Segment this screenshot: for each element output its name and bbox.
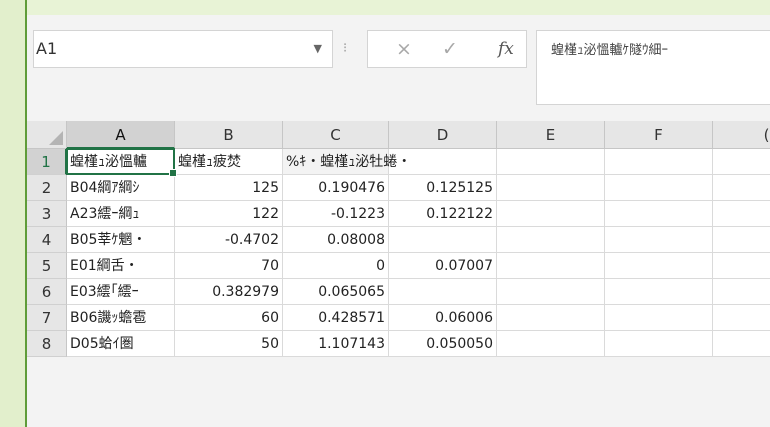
grid-cell[interactable] — [389, 227, 497, 253]
row-header[interactable]: 2 — [27, 175, 67, 201]
grid-cell[interactable] — [713, 305, 770, 331]
grid-cell[interactable] — [605, 253, 713, 279]
column-header-0[interactable]: A — [67, 121, 175, 149]
row-header[interactable]: 1 — [27, 149, 67, 175]
grid-cell[interactable]: 0.06006 — [389, 305, 497, 331]
row-header[interactable]: 6 — [27, 279, 67, 305]
enter-icon[interactable]: ✓ — [442, 31, 458, 67]
grid-cell[interactable]: -0.4702 — [175, 227, 283, 253]
grid-cell[interactable]: 125 — [175, 175, 283, 201]
column-header-6[interactable]: ( — [713, 121, 770, 149]
grid-cell[interactable]: B06譏ｯ蟾雹 — [67, 305, 175, 331]
name-box[interactable]: A1 ▼ — [33, 30, 333, 68]
grid-cell[interactable]: 0.08008 — [283, 227, 389, 253]
insert-function-icon[interactable]: fx — [498, 31, 514, 67]
grid-cell[interactable] — [497, 305, 605, 331]
grid-cell[interactable] — [713, 253, 770, 279]
grid-cell[interactable]: 70 — [175, 253, 283, 279]
grid-cell[interactable] — [389, 279, 497, 305]
grid-cell[interactable] — [713, 279, 770, 305]
grid-cell[interactable]: 0.190476 — [283, 175, 389, 201]
grid-cell[interactable] — [497, 175, 605, 201]
row-header[interactable]: 3 — [27, 201, 67, 227]
grid-cell[interactable]: -0.1223 — [283, 201, 389, 227]
grid-cell[interactable]: A23繧ｰ綱ｭ — [67, 201, 175, 227]
row-header[interactable]: 5 — [27, 253, 67, 279]
grid-cell[interactable] — [713, 149, 770, 175]
formula-bar-input[interactable]: 蝗槿ｭ泌慍轤ｹ隧ｳ細ｰ — [536, 30, 770, 105]
grid-cell[interactable]: B05莘ｹ魍・ — [67, 227, 175, 253]
grid-cell[interactable] — [605, 279, 713, 305]
grid-cell[interactable] — [497, 279, 605, 305]
column-header-1[interactable]: B — [175, 121, 283, 149]
grid-cell[interactable] — [605, 227, 713, 253]
grid-cell[interactable]: 60 — [175, 305, 283, 331]
grid-cell[interactable] — [713, 227, 770, 253]
grid-cell[interactable]: 0.428571 — [283, 305, 389, 331]
grid-cell[interactable] — [605, 305, 713, 331]
formula-bar-grip-icon[interactable]: ⁝ — [343, 41, 347, 57]
grid-cell[interactable] — [713, 331, 770, 357]
column-header-2[interactable]: C — [283, 121, 389, 149]
grid-cell[interactable]: 122 — [175, 201, 283, 227]
formula-buttons: × ✓ fx — [367, 30, 527, 68]
grid-cell[interactable]: E03繧｢繧ｰ — [67, 279, 175, 305]
grid-cell[interactable]: 0.122122 — [389, 201, 497, 227]
grid-cell[interactable] — [713, 175, 770, 201]
grid-cell[interactable] — [605, 201, 713, 227]
grid-cell[interactable]: %ｷ・蝗槿ｭ泌牡蜷・ — [283, 149, 411, 175]
grid-cell[interactable]: 50 — [175, 331, 283, 357]
column-header-3[interactable]: D — [389, 121, 497, 149]
grid-cell[interactable] — [605, 149, 713, 175]
grid-cell[interactable]: 0.050050 — [389, 331, 497, 357]
column-header-4[interactable]: E — [497, 121, 605, 149]
grid-cell[interactable]: 1.107143 — [283, 331, 389, 357]
grid-cell[interactable] — [497, 253, 605, 279]
grid-cell[interactable] — [497, 149, 605, 175]
grid-cell[interactable]: 蝗槿ｭ泌慍轤 — [67, 149, 175, 175]
grid-cell[interactable]: 蝗槿ｭ疲焚 — [175, 149, 283, 175]
grid-cell[interactable]: 0.065065 — [283, 279, 389, 305]
grid-cell[interactable]: 0.382979 — [175, 279, 283, 305]
cancel-icon[interactable]: × — [396, 31, 412, 67]
grid-cell[interactable]: 0 — [283, 253, 389, 279]
grid-cell[interactable] — [605, 175, 713, 201]
grid-cell[interactable]: 0.07007 — [389, 253, 497, 279]
grid-cell[interactable] — [713, 201, 770, 227]
grid-cell[interactable] — [497, 201, 605, 227]
grid-cell[interactable] — [605, 331, 713, 357]
name-box-dropdown-icon[interactable]: ▼ — [314, 31, 322, 67]
grid-cell[interactable] — [497, 227, 605, 253]
column-header-5[interactable]: F — [605, 121, 713, 149]
grid-cell[interactable]: B04綱ｱ綱ｼ — [67, 175, 175, 201]
grid-cell[interactable]: 0.125125 — [389, 175, 497, 201]
grid-cell[interactable]: E01綱舌・ — [67, 253, 175, 279]
grid-cell[interactable] — [497, 331, 605, 357]
window-left-border — [0, 0, 27, 427]
select-all-button[interactable] — [27, 121, 67, 149]
spreadsheet-window: A1 ▼ ⁝ × ✓ fx 蝗槿ｭ泌慍轤ｹ隧ｳ細ｰ A B C D E F(1 蝗槿ｭ泌慍轤… — [27, 15, 770, 427]
grid-cell[interactable]: D05蛤ｲ圏 — [67, 331, 175, 357]
name-box-value: A1 — [36, 39, 58, 58]
row-header[interactable]: 8 — [27, 331, 67, 357]
row-header[interactable]: 7 — [27, 305, 67, 331]
row-header[interactable]: 4 — [27, 227, 67, 253]
